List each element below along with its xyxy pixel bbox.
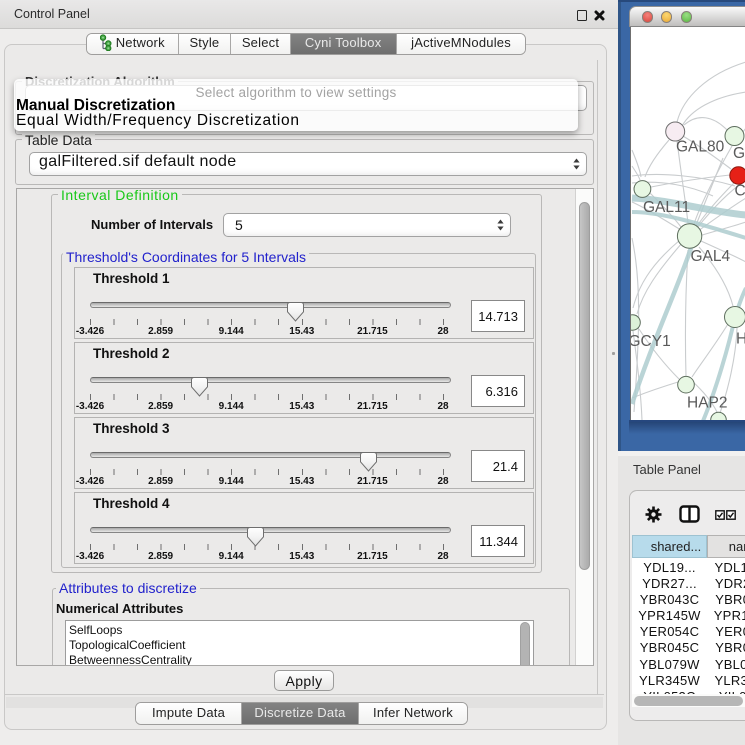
svg-text:HA: HA bbox=[736, 331, 745, 348]
svg-text:GAL11: GAL11 bbox=[643, 199, 690, 216]
svg-text:GAL2: GAL2 bbox=[733, 145, 745, 162]
svg-text:HAP2: HAP2 bbox=[687, 395, 728, 412]
svg-text:CY: CY bbox=[735, 183, 745, 200]
svg-text:GCY1: GCY1 bbox=[631, 333, 671, 350]
svg-text:GAL4: GAL4 bbox=[691, 248, 731, 265]
svg-text:GAL80: GAL80 bbox=[676, 139, 725, 156]
